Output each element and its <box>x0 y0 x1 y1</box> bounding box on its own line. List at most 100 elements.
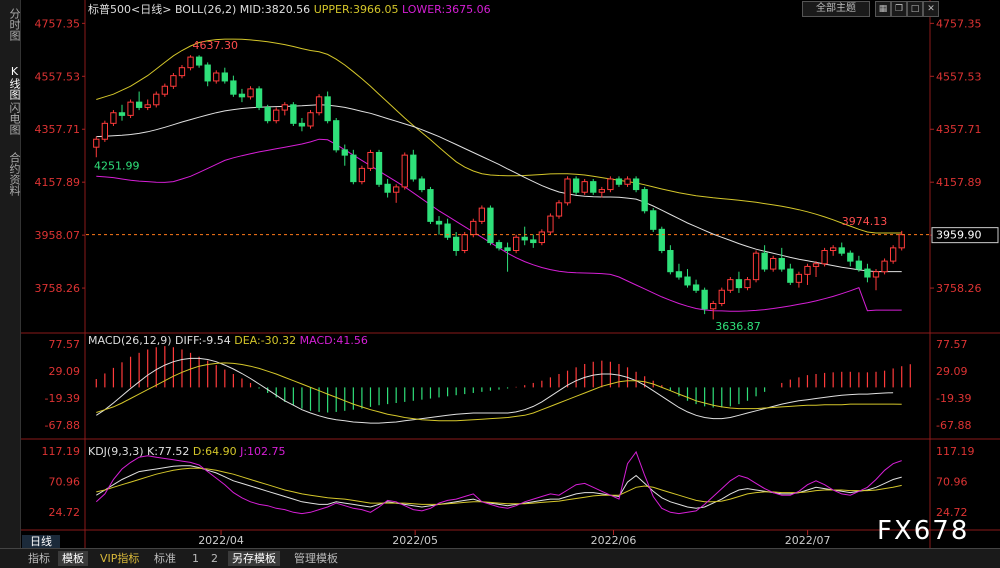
candle-body <box>555 202 563 217</box>
boll-upper-value: UPPER:3966.05 <box>314 3 402 16</box>
candle-body <box>710 303 717 310</box>
candle-body <box>778 257 785 270</box>
kdj-axis-label-left: 24.72 <box>49 506 81 519</box>
boll-lower-line <box>96 138 902 312</box>
candle-body <box>624 178 631 185</box>
kdj-j-value: J:102.75 <box>239 445 285 458</box>
kdj-axis-label-right: 70.96 <box>936 475 968 488</box>
tab-vip-indicator[interactable]: VIP指标 <box>96 551 143 566</box>
candle-body <box>238 93 246 98</box>
legend-row: MACD(26,12,9) DIFF:-9.54 DEA:-30.32 MACD… <box>88 334 368 347</box>
boll-upper-line <box>96 38 902 234</box>
tab-2[interactable]: 2 <box>207 551 222 566</box>
sidebar-item-timeshare[interactable]: 分时图 <box>0 4 21 44</box>
sidebar-item-kline[interactable]: K线图 <box>0 62 21 102</box>
price-axis-label-left: 3958.07 <box>35 229 81 242</box>
maximize-icon[interactable]: □ <box>907 1 923 17</box>
kdj-k-value: K:77.52 <box>147 445 193 458</box>
candle-body <box>692 284 700 291</box>
sidebar-item-lightning[interactable]: 闪电图 <box>0 98 21 138</box>
candle-body <box>384 183 391 193</box>
boll-name: BOLL(26,2) <box>175 3 240 16</box>
kdj-axis-label-left: 70.96 <box>49 475 81 488</box>
grid-icon[interactable]: ▦ <box>875 1 891 17</box>
axis-layer: 4757.35 4757.35 4557.53 4557.53 4357.71 4357.… <box>35 17 999 547</box>
scope-button[interactable]: 全部主题 <box>802 1 870 17</box>
candle-body <box>230 80 237 95</box>
recent-high-annotation: 3974.13 <box>842 215 888 228</box>
candle-body <box>281 104 288 111</box>
candle-body <box>487 207 494 244</box>
candle-body <box>847 252 854 262</box>
candle-body <box>367 151 374 169</box>
candle-body <box>530 239 537 244</box>
candle-body <box>118 112 126 116</box>
kdj-layer <box>95 450 902 515</box>
sidebar: 分时图 K线图 闪电图 合约资料 <box>0 0 21 548</box>
candle-body <box>375 151 383 185</box>
candle-body <box>872 271 880 278</box>
candle-body <box>273 109 280 122</box>
kdj-axis-label-right: 117.19 <box>936 445 975 458</box>
tab-save-template[interactable]: 另存模板 <box>228 551 280 566</box>
date-label: 2022/06 <box>591 534 637 547</box>
candle-body <box>598 189 605 193</box>
candle-body <box>161 85 168 95</box>
macd-dea-value: DEA:-30.32 <box>234 334 299 347</box>
candle-body <box>264 106 271 122</box>
macd-axis-label-right: -19.39 <box>936 392 971 405</box>
candles-layer <box>86 55 930 320</box>
restore-icon[interactable]: ❐ <box>891 1 907 17</box>
candle-body <box>658 228 665 252</box>
macd-diff-value: DIFF:-9.54 <box>175 334 234 347</box>
candle-body <box>341 149 348 156</box>
candle-body <box>564 178 571 204</box>
candle-body <box>650 210 657 230</box>
candle-body <box>812 263 820 267</box>
tab-template[interactable]: 模板 <box>58 551 88 566</box>
legend-row: KDJ(9,3,3) K:77.52 D:64.90 J:102.75 <box>88 445 286 458</box>
bottom-toolbar: 指标 模板 VIP指标 标准 1 2 另存模板 管理模板 <box>0 548 1000 568</box>
tab-manage-template[interactable]: 管理模板 <box>290 551 342 566</box>
low-annotation: 3636.87 <box>715 320 761 333</box>
kdj-k-line <box>96 465 902 509</box>
kdj-d-value: D:64.90 <box>193 445 240 458</box>
close-icon[interactable]: ✕ <box>923 1 939 17</box>
macd-axis-label-right: 29.09 <box>936 365 968 378</box>
candle-body <box>855 260 863 270</box>
sidebar-item-contract[interactable]: 合约资料 <box>0 148 21 200</box>
candle-body <box>153 93 160 106</box>
candle-body <box>675 271 683 278</box>
grid-layer <box>20 0 1000 548</box>
macd-value: MACD:41.56 <box>300 334 368 347</box>
candle-body <box>752 252 760 281</box>
candle-body <box>110 112 117 124</box>
tab-1[interactable]: 1 <box>188 551 203 566</box>
date-label: 2022/07 <box>785 534 831 547</box>
candle-body <box>135 101 143 108</box>
high-annotation: 4637.30 <box>193 39 239 52</box>
macd-dea-line <box>96 362 902 422</box>
candle-body <box>315 96 323 114</box>
tab-standard[interactable]: 标准 <box>150 551 180 566</box>
candle-body <box>213 72 220 82</box>
candle-body <box>410 154 417 180</box>
candle-body <box>744 279 751 289</box>
candle-body <box>889 247 897 262</box>
candle-body <box>324 96 331 122</box>
current-price-label: 3959.90 <box>936 229 982 242</box>
candle-body <box>101 122 109 140</box>
candle-body <box>547 215 554 233</box>
start-low-annotation: 4251.99 <box>94 159 140 172</box>
instrument-title: 标普500<日线> <box>88 2 175 16</box>
candle-body <box>581 181 588 193</box>
candle-body <box>453 236 460 252</box>
candle-body <box>830 247 837 252</box>
candle-body <box>187 56 194 69</box>
chart-canvas: 4757.35 4757.35 4557.53 4557.53 4357.71 4357.… <box>20 0 1000 548</box>
candle-body <box>787 268 794 283</box>
candle-body <box>495 242 503 249</box>
price-axis-label-left: 3758.26 <box>35 282 81 295</box>
macd-axis-label-left: -19.39 <box>45 392 80 405</box>
tab-indicator[interactable]: 指标 <box>24 551 54 566</box>
